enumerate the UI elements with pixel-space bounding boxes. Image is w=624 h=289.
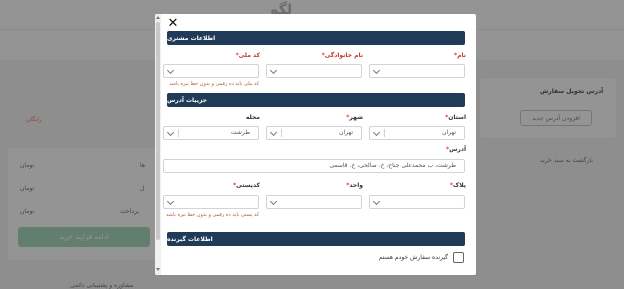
postal-code-hint: کد پستی باید ده رقمی و بدون خط تیره باشد [166,212,259,218]
last-name-field[interactable] [266,64,362,78]
recipient-section-header: اطلاعات گیرنده [167,232,465,246]
plaque-field[interactable] [369,195,465,209]
chevron-down-icon [372,66,381,75]
customer-info-modal: ✕ اطلاعات مشتری نام* نام خانوادگی* کد مل… [155,14,476,275]
province-value: تهران [442,129,456,136]
chevron-down-icon [372,128,381,137]
unit-field[interactable] [266,195,362,209]
chevron-down-icon [166,128,175,137]
scroll-down-icon[interactable] [156,268,160,271]
scroll-thumb[interactable] [156,22,160,240]
district-value: طرشت [230,129,250,136]
close-icon[interactable]: ✕ [166,17,180,31]
scroll-up-icon[interactable] [156,16,160,19]
chevron-down-icon [269,66,278,75]
last-name-label: نام خانوادگی* [321,52,363,59]
unit-label: واحد* [346,182,363,189]
address-section-header: جزییات آدرس [167,93,465,107]
district-select[interactable]: طرشت [163,126,259,140]
first-name-field[interactable] [369,64,465,78]
city-label: شهر* [346,114,363,121]
national-code-field[interactable] [163,64,259,78]
address-label: آدرس* [445,146,466,153]
first-name-label: نام* [453,52,466,59]
chevron-down-icon [269,197,278,206]
city-value: تهران [339,129,353,136]
chevron-down-icon [269,128,278,137]
postal-code-label: کدپستی* [233,182,260,189]
self-recipient-label: گیرنده سفارش خودم هستم [378,254,448,261]
select-divider [384,129,385,137]
modal-scrollbar[interactable] [155,14,161,275]
address-input[interactable]: طرشت، ب محمدعلی جناح، خ. صالحی، خ. قاسمی [163,159,465,173]
national-code-hint: کد ملی باید ده رقمی و بدون خط تیره باشد [169,81,259,87]
city-select[interactable]: تهران [266,126,362,140]
self-recipient-checkbox[interactable] [453,252,464,263]
province-select[interactable]: تهران [369,126,465,140]
select-divider [281,129,282,137]
customer-section-header: اطلاعات مشتری [167,31,465,45]
plaque-label: پلاک* [449,182,466,189]
select-divider [178,129,179,137]
national-code-label: کد ملی* [235,52,260,59]
chevron-down-icon [166,66,175,75]
province-label: استان* [445,114,466,121]
chevron-down-icon [166,197,175,206]
postal-code-field[interactable] [163,195,259,209]
chevron-down-icon [372,197,381,206]
district-label: محله [245,114,260,121]
